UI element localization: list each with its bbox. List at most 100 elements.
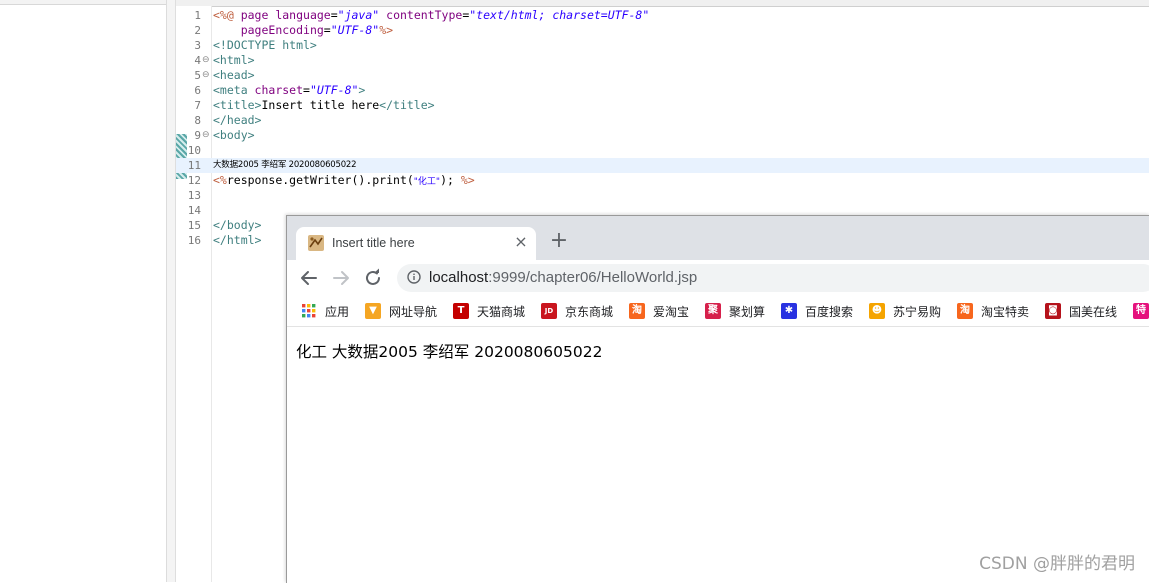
watermark: CSDN @胖胖的君明 (979, 554, 1135, 574)
browser-toolbar: localhost:9999/chapter06/HelloWorld.jsp (287, 260, 1149, 296)
code-text: <title>Insert title here</title> (213, 98, 435, 113)
bookmarks-bar: 应用 ▼ 网址导航 T 天猫商城 JD 京东商城淘爱淘宝聚聚划算 ✱ 百度搜索 ☻ 苏宁易购淘淘宝特… (287, 296, 1149, 327)
back-arrow-icon[interactable] (297, 266, 321, 290)
tmall-icon: T (453, 303, 469, 319)
code-text: <%@ page language="java" contentType="te… (213, 8, 649, 23)
address-bar[interactable]: localhost:9999/chapter06/HelloWorld.jsp (397, 264, 1149, 292)
code-token: </html> (213, 233, 262, 247)
code-line[interactable]: 13 (176, 188, 1149, 203)
code-line[interactable]: 12 <%response.getWriter().print("化工"); %> (176, 173, 1149, 188)
line-number: 12 (187, 174, 201, 187)
line-number: 5 (194, 69, 201, 82)
code-token: %> (460, 173, 475, 187)
new-tab-button[interactable]: + (549, 229, 569, 253)
code-token: Insert title here (261, 98, 380, 112)
code-line[interactable]: 11 大数据2005 李绍军 2020080605022 (176, 158, 1149, 173)
code-token: %> (379, 23, 394, 37)
fold-toggle-icon[interactable]: ⊖ (202, 53, 210, 68)
code-text: </head> (213, 113, 261, 128)
bookmark-label: 网址导航 (389, 305, 438, 319)
code-token: = (323, 23, 331, 37)
code-token: <title> (213, 98, 262, 112)
code-line[interactable]: 8 </head> (176, 113, 1149, 128)
code-token: <% (213, 173, 227, 187)
code-token: "UTF-8" (309, 83, 359, 97)
bookmark-label: 聚划算 (729, 305, 766, 319)
code-token: <body> (213, 128, 255, 142)
browser-tab[interactable]: Insert title here × (296, 227, 536, 260)
line-number: 2 (194, 24, 201, 37)
tab-close-icon[interactable]: × (512, 232, 530, 252)
code-line[interactable]: 5 ⊖ <head> (176, 68, 1149, 83)
bookmark-label: 京东商城 (565, 305, 614, 319)
code-line[interactable]: 9 ⊖ <body> (176, 128, 1149, 143)
code-token: </title> (379, 98, 435, 112)
code-text: 大数据2005 李绍军 2020080605022 (213, 158, 357, 173)
browser-window: Insert title here × + localhost:9999/cha… (286, 215, 1149, 583)
line-number: 1 (194, 9, 201, 22)
code-token: <html> (213, 53, 255, 67)
code-text: <!DOCTYPE html> (213, 38, 317, 53)
site-info-icon[interactable] (407, 270, 421, 284)
url-path: :9999/chapter06/HelloWorld.jsp (488, 269, 698, 286)
page-output-text: 化工 大数据2005 李绍军 2020080605022 (296, 343, 603, 361)
code-token: pageEncoding (240, 23, 324, 37)
explorer-header (0, 0, 166, 5)
code-token: <head> (213, 68, 255, 82)
suning-icon: ☻ (869, 303, 885, 319)
bookmark-label: 天猫商城 (477, 305, 526, 319)
bookmark-label: 爱淘宝 (653, 305, 690, 319)
line-number: 11 (187, 159, 201, 172)
aitaobao-icon: 淘 (629, 303, 645, 319)
bookmark-label: 国美在线 (1069, 305, 1118, 319)
code-line[interactable]: 2 pageEncoding="UTF-8"%> (176, 23, 1149, 38)
code-token: <!DOCTYPE html> (213, 38, 317, 52)
code-line[interactable]: 1 <%@ page language="java" contentType="t… (176, 8, 1149, 23)
code-token: = (303, 83, 310, 97)
browser-tab-strip: Insert title here × + (287, 216, 1149, 260)
code-text: pageEncoding="UTF-8"%> (213, 23, 393, 38)
code-token: response.getWriter().print( (226, 173, 414, 187)
code-token: > (358, 83, 366, 97)
gome-icon: ◙ (1045, 303, 1061, 319)
reload-icon[interactable] (361, 266, 385, 290)
line-number: 7 (194, 99, 201, 112)
code-text: <head> (213, 68, 255, 83)
code-line[interactable]: 7 <title>Insert title here</title> (176, 98, 1149, 113)
code-text: </html> (213, 233, 261, 248)
code-token: language (275, 8, 331, 22)
line-number: 14 (187, 204, 201, 217)
bookmark-label: 淘宝特卖 (981, 305, 1030, 319)
code-line[interactable]: 4 ⊖ <html> (176, 53, 1149, 68)
code-line[interactable]: 6 <meta charset="UTF-8"> (176, 83, 1149, 98)
code-token: contentType (386, 8, 463, 22)
fold-toggle-icon[interactable]: ⊖ (202, 68, 210, 83)
fold-toggle-icon[interactable]: ⊖ (202, 128, 210, 143)
project-explorer-pane (0, 0, 167, 582)
editor-tab-strip[interactable] (176, 0, 1149, 7)
page-favicon-icon (308, 235, 324, 251)
code-text: <html> (213, 53, 255, 68)
bookmark-label: 苏宁易购 (893, 305, 942, 319)
line-number: 3 (194, 39, 201, 52)
jd-icon: JD (541, 303, 557, 319)
code-token: "text/html; charset=UTF-8" (469, 8, 650, 22)
code-token: <meta (213, 83, 255, 97)
code-token: charset (254, 83, 304, 97)
code-token: "化工" (413, 177, 441, 187)
forward-arrow-icon[interactable] (329, 266, 353, 290)
tebao-icon: 特 (1133, 303, 1149, 319)
code-token: page (240, 8, 276, 22)
pane-splitter[interactable] (167, 0, 176, 582)
code-token: "java" (337, 8, 380, 22)
url-host: localhost (429, 269, 489, 286)
code-token: ); (440, 173, 461, 187)
nav-arrow-icon: ▼ (365, 303, 381, 319)
code-token: = (330, 8, 338, 22)
code-line[interactable]: 10 (176, 143, 1149, 158)
url-text: localhost:9999/chapter06/HelloWorld.jsp (429, 269, 697, 286)
code-line[interactable]: 3 <!DOCTYPE html> (176, 38, 1149, 53)
code-token: 大数据2005 李绍军 2020080605022 (213, 160, 357, 170)
line-number: 6 (194, 84, 201, 97)
